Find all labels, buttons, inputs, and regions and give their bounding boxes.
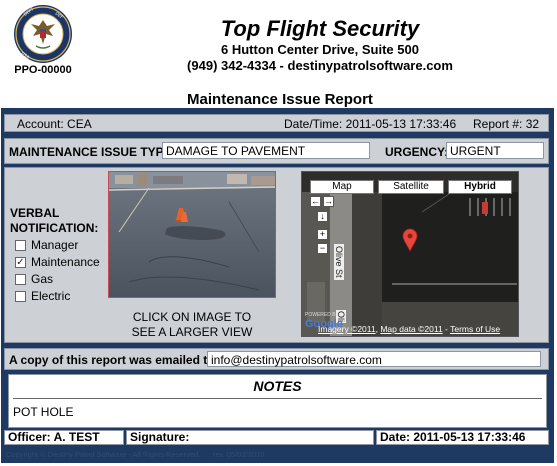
company-name: Top Flight Security (220, 16, 420, 41)
email-field[interactable]: info@destinypatrolsoftware.com (207, 351, 541, 367)
report-title: Maintenance Issue Report (187, 91, 373, 108)
signature-label: Signature: (130, 430, 190, 444)
zoom-out-icon[interactable]: − (317, 243, 328, 254)
checkbox-label: Manager (31, 238, 79, 252)
checkbox-label: Gas (31, 272, 54, 286)
checkbox-box[interactable] (15, 290, 26, 302)
checkbox-box[interactable] (15, 273, 26, 285)
map-attribution: Imagery ©2011, Map data ©2011 - Terms of… (318, 324, 501, 334)
account-row: Account: CEA Date/Time: 2011-05-13 17:33… (4, 114, 549, 132)
pan-left-icon[interactable]: ← (310, 196, 321, 207)
notes-box: NOTES POT HOLE (8, 374, 547, 428)
datetime-value: 2011-05-13 17:33:46 (345, 117, 457, 131)
map-type-map-button[interactable]: Map (310, 180, 374, 194)
date-cell: Date: 2011-05-13 17:33:46 (376, 430, 549, 445)
location-map[interactable]: Map Satellite Hybrid ← → ↓ + − Olive St … (301, 171, 519, 337)
photo-caption: CLICK ON IMAGE TO SEE A LARGER VIEW (131, 310, 253, 339)
report-number-value: 32 (525, 117, 540, 131)
terms-of-use-link[interactable]: Terms of Use (450, 324, 500, 334)
urgency-label: URGENCY: (385, 145, 449, 159)
checkbox-maintenance[interactable]: ✓ Maintenance (15, 255, 100, 269)
issue-photo[interactable] (108, 171, 276, 298)
datetime-label: Date/Time: (284, 117, 343, 131)
officer-label: Officer: (8, 430, 51, 444)
eagle-seal-icon: DEPT DEF USA (14, 5, 72, 63)
street-label: Olive St (334, 244, 344, 280)
account-value: CEA (67, 117, 92, 131)
notes-body: POT HOLE (13, 405, 74, 419)
checkbox-gas[interactable]: Gas (15, 272, 53, 286)
company-contact: (949) 342-4334 - destinypatrolsoftware.c… (187, 58, 453, 73)
officer-value: A. TEST (53, 430, 100, 444)
checkbox-label: Maintenance (31, 255, 100, 269)
zoom-in-icon[interactable]: + (317, 229, 328, 240)
checkbox-label: Electric (31, 289, 71, 303)
checkbox-box[interactable]: ✓ (15, 256, 26, 268)
issue-type-label: MAINTENANCE ISSUE TYPE: (9, 145, 176, 159)
date-value: 2011-05-13 17:33:46 (413, 430, 526, 444)
urgency-field[interactable]: URGENT (446, 142, 544, 159)
copyright-footer: Copyright © Destiny Patrol Software - Al… (6, 450, 265, 459)
map-type-hybrid-button[interactable]: Hybrid (448, 180, 512, 194)
notes-divider (13, 398, 542, 399)
checkbox-manager[interactable]: Manager (15, 238, 78, 252)
account-label: Account: (17, 117, 64, 131)
verbal-notification-heading: VERBAL NOTIFICATION: (10, 206, 99, 235)
officer-cell: Officer: A. TEST (4, 430, 124, 445)
signature-cell: Signature: (126, 430, 374, 445)
pan-right-icon[interactable]: → (323, 196, 334, 207)
company-address: 6 Hutton Center Drive, Suite 500 (221, 42, 419, 57)
seal-logo: DEPT DEF USA (11, 4, 75, 64)
notes-title: NOTES (253, 378, 302, 394)
pan-down-icon[interactable]: ↓ (317, 211, 328, 222)
report-number-label: Report #: (473, 117, 523, 131)
checkbox-box[interactable] (15, 239, 26, 251)
map-type-satellite-button[interactable]: Satellite (378, 180, 444, 194)
email-label: A copy of this report was emailed to: (9, 353, 219, 367)
issue-type-field[interactable]: DAMAGE TO PAVEMENT (162, 142, 370, 159)
date-label: Date: (380, 430, 411, 444)
map-marker-icon[interactable] (402, 228, 418, 252)
checkbox-electric[interactable]: Electric (15, 289, 70, 303)
document-id: PPO-00000 (14, 64, 72, 76)
